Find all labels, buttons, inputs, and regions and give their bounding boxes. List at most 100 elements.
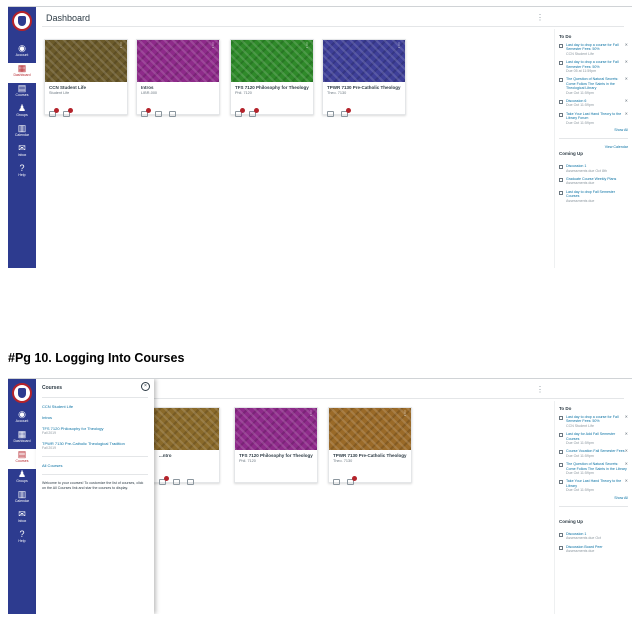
all-courses-link[interactable]: All Courses: [42, 463, 148, 468]
tray-course-link[interactable]: CCN Student Life: [42, 404, 148, 409]
todo-item[interactable]: Last day for Add Fall Semester Courses Du…: [559, 431, 628, 445]
discussion-icon: [559, 480, 563, 485]
card-options-icon[interactable]: ⋮: [118, 42, 124, 49]
tray-course-link[interactable]: Intros: [42, 415, 148, 420]
dismiss-icon[interactable]: ✕: [625, 59, 628, 64]
coming-up-item[interactable]: Graduate Course Weekly Plans Assessments …: [559, 177, 628, 186]
nav-calendar[interactable]: ▥ Calendar: [8, 489, 36, 509]
course-card[interactable]: ⋮ TPWR 7130 Pre-Catholic Theology Theo. …: [328, 407, 412, 485]
todo-item[interactable]: Take Your Last Hand Theory to the Librar…: [559, 111, 628, 125]
assignment-icon: [559, 112, 563, 117]
discussions-icon[interactable]: [155, 111, 162, 117]
nav-groups[interactable]: ♟ Groups: [8, 469, 36, 489]
card-options-icon[interactable]: ⋮: [396, 42, 402, 49]
course-card-title[interactable]: TFS 7120 Philosophy for Theology: [235, 85, 309, 90]
dismiss-icon[interactable]: ✕: [625, 98, 628, 103]
nav-account[interactable]: ◉ Account: [8, 409, 36, 429]
files-icon[interactable]: [187, 479, 194, 485]
view-calendar-link[interactable]: View Calendar: [605, 145, 628, 149]
coming-up-item[interactable]: Discussion 1 Assessments due Oct: [559, 532, 628, 541]
announcements-icon[interactable]: [235, 108, 245, 117]
discussions-icon[interactable]: [341, 108, 351, 117]
dismiss-icon[interactable]: ✕: [625, 479, 628, 484]
course-card-image: ⋮: [231, 40, 313, 82]
todo-item[interactable]: The Question of Natural Secrets: Come Fo…: [559, 461, 628, 475]
dismiss-icon[interactable]: ✕: [625, 414, 628, 419]
course-card[interactable]: ⋮ CCN Student Life Student Life: [44, 39, 128, 117]
nav-dashboard[interactable]: ▦ Dashboard: [8, 63, 36, 83]
assignment-icon: [559, 61, 563, 66]
announcements-icon[interactable]: [159, 476, 169, 485]
course-card[interactable]: ⋮ TFS 7120 Philosophy for Theology Phil.…: [234, 407, 318, 483]
groups-icon: ♟: [17, 469, 27, 479]
nav-groups[interactable]: ♟ Groups: [8, 103, 36, 123]
course-card-title[interactable]: ...ntro: [159, 453, 215, 458]
dismiss-icon[interactable]: ✕: [625, 77, 628, 82]
discussion-icon: [559, 545, 563, 550]
nav-inbox[interactable]: ✉ Inbox: [8, 509, 36, 529]
announcements-icon[interactable]: [333, 479, 340, 485]
course-card[interactable]: ⋮ TPWR 7130 Pre-Catholic Theology Theo. …: [322, 39, 406, 117]
dismiss-icon[interactable]: ✕: [625, 461, 628, 466]
global-navigation: ◉ Account ▦ Dashboard ▤ Courses ♟ Groups ▥ Ca…: [8, 7, 36, 268]
nav-help[interactable]: ? Help: [8, 163, 36, 183]
school-logo-icon[interactable]: [12, 11, 32, 31]
coming-up-item[interactable]: Discussion 1 Assessments due Oct 8th: [559, 164, 628, 173]
discussions-icon[interactable]: [347, 476, 357, 485]
course-card-title[interactable]: Intros: [141, 85, 215, 90]
dismiss-icon[interactable]: ✕: [625, 431, 628, 436]
school-logo-icon[interactable]: [12, 383, 32, 403]
options-kebab-icon[interactable]: ⋮: [536, 13, 544, 22]
nav-inbox[interactable]: ✉ Inbox: [8, 143, 36, 163]
discussions-icon[interactable]: [63, 108, 73, 117]
course-card-subtitle: Theo. 7130: [333, 459, 353, 463]
discussions-icon[interactable]: [249, 108, 259, 117]
todo-item[interactable]: Take Your Last Hand Theory to the Librar…: [559, 479, 628, 492]
close-icon[interactable]: ×: [141, 382, 150, 391]
discussions-icon[interactable]: [173, 479, 180, 485]
dismiss-icon[interactable]: ✕: [625, 449, 628, 454]
course-card[interactable]: ⋮ Intros LIBR-000: [136, 39, 220, 117]
announcements-icon[interactable]: [141, 108, 151, 117]
course-card-title[interactable]: TPWR 7130 Pre-Catholic Theology: [333, 453, 407, 458]
course-card-subtitle: Student Life: [49, 91, 70, 95]
coming-up-item[interactable]: Discussion Board Peer Assessments due: [559, 545, 628, 554]
announcements-icon[interactable]: [327, 111, 334, 117]
dismiss-icon[interactable]: ✕: [625, 42, 628, 47]
nav-courses[interactable]: ▤ Courses: [8, 83, 36, 103]
nav-dashboard[interactable]: ▦ Dashboard: [8, 429, 36, 449]
right-sidebar: To Do Last day to drop a course for Fall…: [554, 401, 632, 614]
assignment-icon: [559, 463, 563, 468]
files-icon[interactable]: [169, 111, 176, 117]
nav-calendar[interactable]: ▥ Calendar: [8, 123, 36, 143]
course-card-title[interactable]: CCN Student Life: [49, 85, 123, 90]
card-options-icon[interactable]: ⋮: [402, 410, 408, 417]
todo-item[interactable]: Course Vocation Fall Semester Fees Due Oc…: [559, 449, 628, 458]
coming-up-item[interactable]: Last day to drop Fall Semester Courses As…: [559, 190, 628, 203]
nav-help[interactable]: ? Help: [8, 529, 36, 549]
nav-courses[interactable]: ▤ Courses: [8, 449, 36, 469]
card-options-icon[interactable]: ⋮: [210, 42, 216, 49]
todo-heading: To Do: [559, 34, 572, 39]
assignment-icon: [559, 78, 563, 83]
nav-account[interactable]: ◉ Account: [8, 43, 36, 63]
discussion-icon: [559, 100, 563, 105]
card-options-icon[interactable]: ⋮: [304, 42, 310, 49]
course-card-title[interactable]: TPWR 7130 Pre-Catholic Theology: [327, 85, 401, 90]
todo-item[interactable]: Last day to drop a course for Fall Semes…: [559, 414, 628, 428]
course-card[interactable]: ⋮ TFS 7120 Philosophy for Theology Phil.…: [230, 39, 314, 117]
todo-item[interactable]: The Question of Natural Secrets: Come Fo…: [559, 77, 628, 95]
discussion-icon: [559, 165, 563, 170]
show-all-link[interactable]: Show All: [559, 128, 628, 132]
course-card-title[interactable]: TFS 7120 Philosophy for Theology: [239, 453, 313, 458]
todo-item[interactable]: Last day to drop a course for Fall Semes…: [559, 59, 628, 73]
show-all-link[interactable]: Show All: [559, 496, 628, 500]
todo-heading: To Do: [559, 406, 572, 411]
announcements-icon[interactable]: [49, 108, 59, 117]
todo-item[interactable]: Last day to drop a course for Fall Semes…: [559, 42, 628, 56]
dismiss-icon[interactable]: ✕: [625, 111, 628, 116]
todo-item[interactable]: Discussion 6 Due Oct 11:59pm ✕: [559, 98, 628, 108]
course-card-image: ⋮: [329, 408, 411, 450]
options-kebab-icon[interactable]: ⋮: [536, 385, 544, 394]
card-options-icon[interactable]: ⋮: [308, 410, 314, 417]
